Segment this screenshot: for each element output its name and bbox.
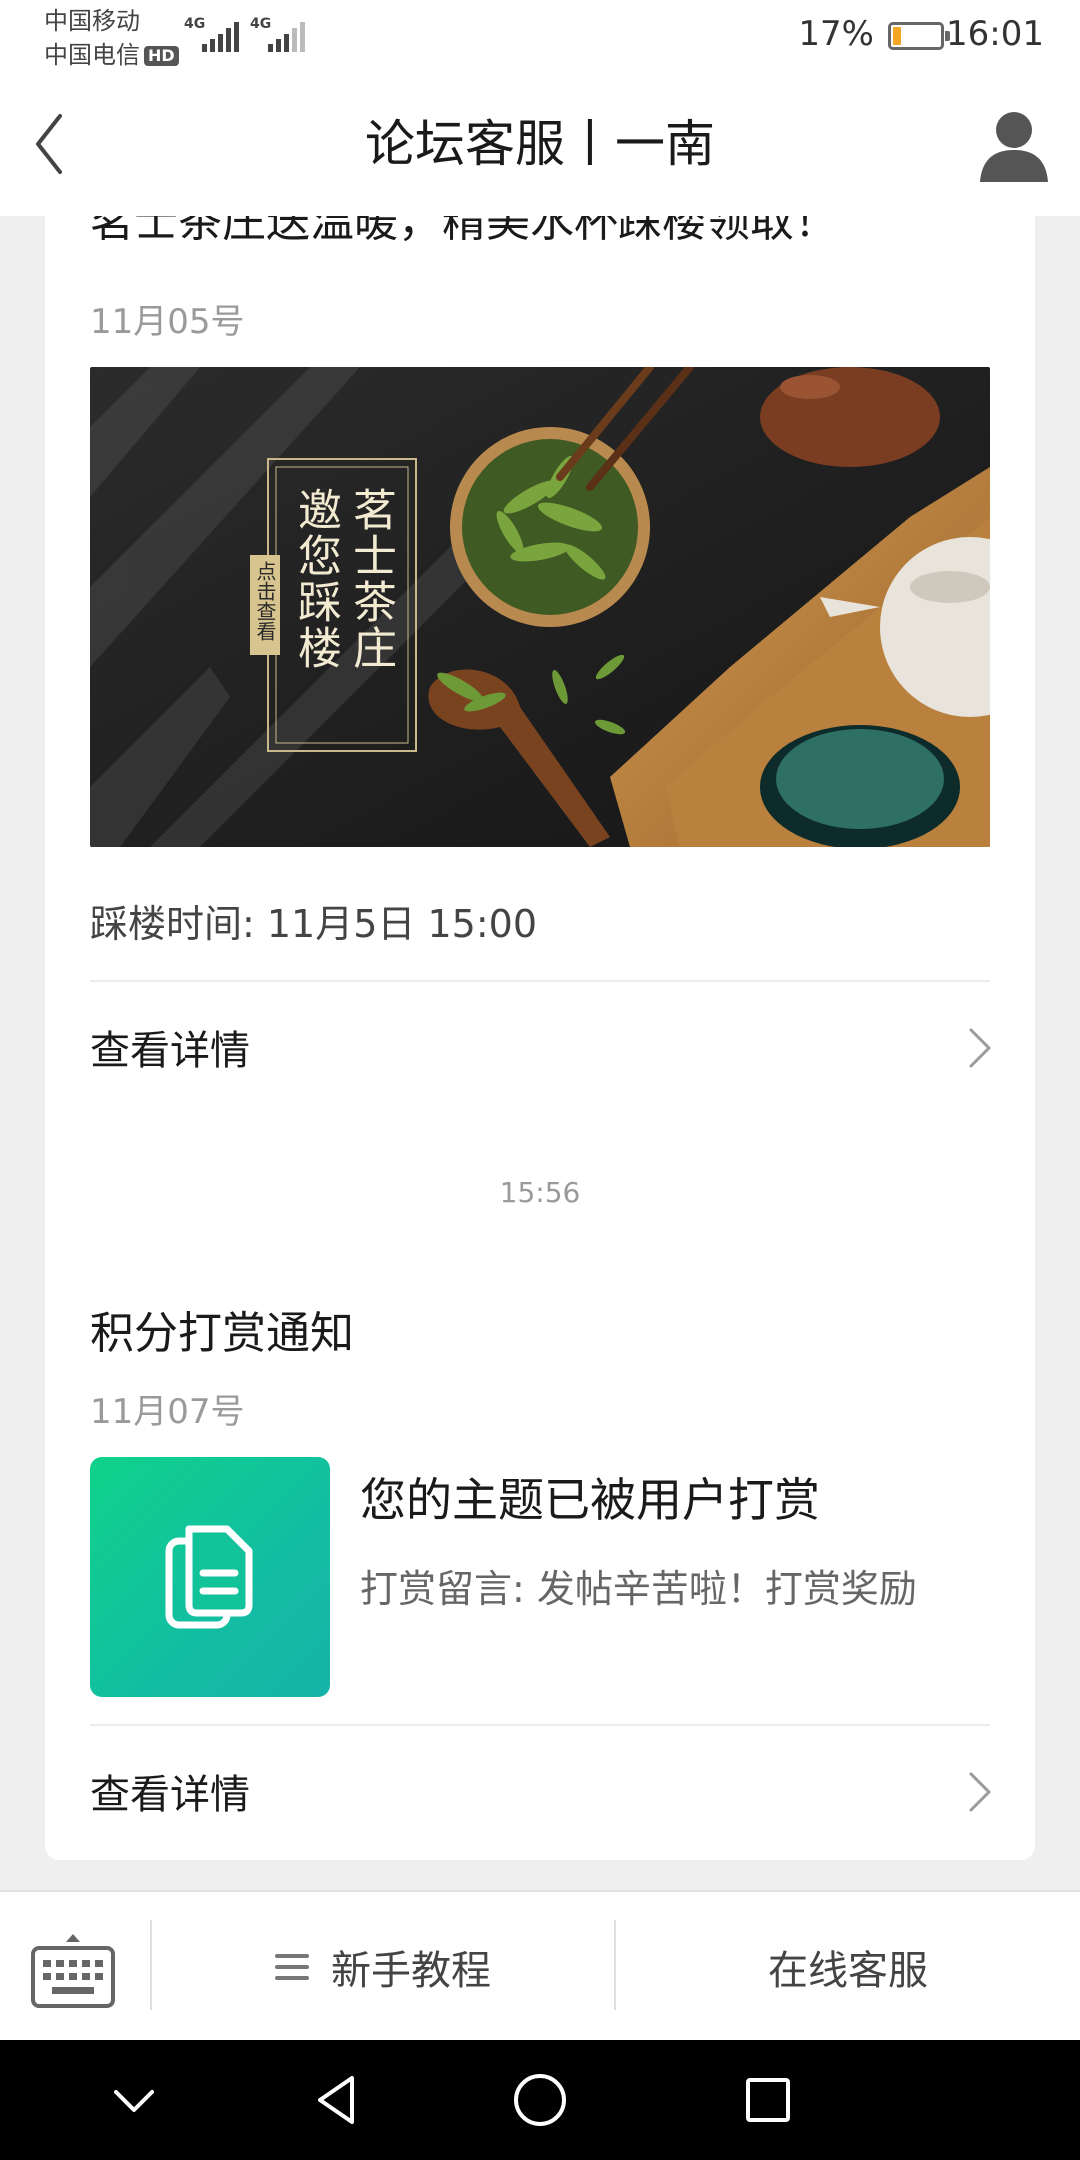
- keyboard-toggle-button[interactable]: [30, 1932, 116, 2012]
- event-banner-image[interactable]: 茗士茶庄 邀您踩楼 点击查看: [90, 367, 990, 847]
- event-time: 踩楼时间: 11月5日 15:00: [90, 902, 538, 946]
- menu-item-label: 新手教程: [331, 1948, 491, 1994]
- battery-icon: [888, 22, 950, 50]
- nav-home-button[interactable]: [480, 2040, 600, 2160]
- home-circle-icon: [514, 2074, 566, 2126]
- chevron-down-icon: [114, 2090, 154, 2112]
- carrier-2: 中国电信 HD: [44, 40, 179, 70]
- system-nav-bar: [0, 2040, 1080, 2160]
- points-card-date: 11月07号: [90, 1392, 245, 1432]
- reward-message-text: 打赏留言: 发帖辛苦啦！打赏奖励: [360, 1567, 917, 1611]
- menu-item-label: 在线客服: [768, 1948, 928, 1994]
- reward-thumbnail: [90, 1457, 330, 1697]
- carrier-1: 中国移动: [44, 7, 140, 35]
- back-triangle-icon: [318, 2076, 354, 2124]
- chevron-right-icon: [969, 1028, 991, 1068]
- points-reward-card[interactable]: 积分打赏通知 11月07号 您的主题已被用户打赏 打赏留言: 发帖辛苦啦！打赏奖…: [45, 1268, 1035, 1860]
- carrier-2-label: 中国电信: [44, 41, 140, 69]
- signal-2-icon: 4G: [250, 14, 310, 54]
- battery-level: [893, 27, 901, 45]
- nav-hide-button[interactable]: [74, 2040, 194, 2160]
- message-list[interactable]: 茗士茶庄送温暖，精美水杯踩楼领取！ 11月05号 茗士茶庄 邀您踩楼 点击查看 …: [0, 216, 1080, 1890]
- points-view-details[interactable]: 查看详情: [45, 1726, 1035, 1856]
- signal-1-icon: 4G: [184, 14, 244, 54]
- keyboard-icon: [31, 1934, 115, 2008]
- banner-title-col1: 茗士茶庄: [345, 487, 396, 671]
- menu-online-service[interactable]: 在线客服: [616, 1892, 1080, 2042]
- nav-recents-button[interactable]: [708, 2040, 828, 2160]
- document-copy-icon: [165, 1525, 253, 1629]
- nav-back-button[interactable]: [278, 2040, 398, 2160]
- status-bar: 中国移动 中国电信 HD 4G 4G 17% 16:01: [0, 0, 1080, 72]
- message-timestamp: 15:56: [499, 1176, 581, 1209]
- view-details-label: 查看详情: [90, 1028, 250, 1074]
- menu-beginner-tutorial[interactable]: 新手教程: [152, 1892, 614, 2042]
- profile-button[interactable]: [974, 106, 1054, 186]
- page-title: 论坛客服丨一南: [365, 115, 715, 173]
- event-card-title: 茗士茶庄送温暖，精美水杯踩楼领取！: [90, 216, 838, 247]
- battery-percent: 17%: [798, 14, 874, 54]
- event-card[interactable]: 茗士茶庄送温暖，精美水杯踩楼领取！ 11月05号 茗士茶庄 邀您踩楼 点击查看 …: [45, 216, 1035, 1313]
- event-view-details[interactable]: 查看详情: [45, 982, 1035, 1112]
- banner-title-col2: 邀您踩楼: [290, 487, 341, 671]
- menu-lines-icon: [275, 1947, 309, 1987]
- reward-message-title: 您的主题已被用户打赏: [360, 1473, 820, 1527]
- bottom-menu: 新手教程 在线客服: [0, 1890, 1080, 2040]
- user-profile-icon: [980, 112, 1048, 182]
- hd-badge: HD: [144, 46, 179, 66]
- chevron-right-icon: [969, 1772, 991, 1812]
- header: 论坛客服丨一南: [0, 72, 1080, 216]
- clock: 16:01: [946, 14, 1044, 54]
- recents-square-icon: [746, 2078, 790, 2122]
- event-card-date: 11月05号: [90, 302, 245, 342]
- banner-tag: 点击查看: [253, 561, 277, 641]
- points-card-title: 积分打赏通知: [90, 1308, 354, 1359]
- view-details-label: 查看详情: [90, 1772, 250, 1818]
